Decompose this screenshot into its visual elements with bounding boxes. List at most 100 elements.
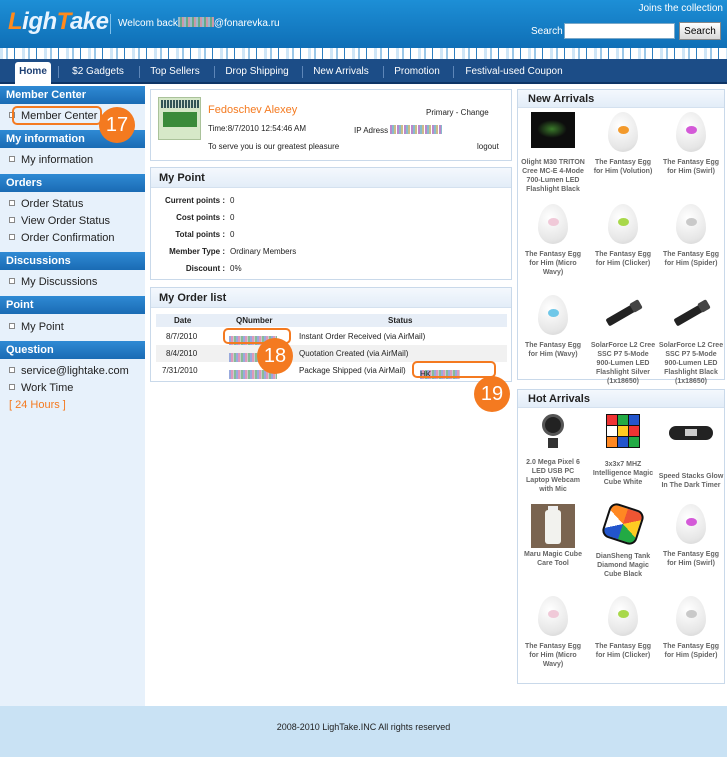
nav-drop-shipping[interactable]: Drop Shipping <box>221 59 293 84</box>
primary-change-link[interactable]: Primary - Change <box>426 108 489 117</box>
callout-badge-17: 17 <box>99 107 135 143</box>
flashlight-photo-icon <box>531 112 575 148</box>
product-name: The Fantasy Egg for Him (Micro Wavy) <box>524 251 581 276</box>
nav-promotion[interactable]: Promotion <box>390 59 444 84</box>
product-image <box>531 112 575 156</box>
nav-separator <box>139 66 140 78</box>
product-item[interactable]: The Fantasy Egg for Him (Wavy) <box>520 295 586 359</box>
product-item[interactable]: The Fantasy Egg for Him (Swirl) <box>658 112 724 176</box>
new-arrivals-panel: New Arrivals Olight M30 TRITON Cree MC-E… <box>517 89 725 385</box>
sidebar-item-work-time[interactable]: Work Time <box>9 382 73 394</box>
service-slogan: To serve you is our greatest pleasure <box>208 142 340 151</box>
bullet-icon <box>9 384 15 390</box>
nav-2-gadgets[interactable]: $2 Gadgets <box>66 59 130 84</box>
product-item[interactable]: Maru Magic Cube Care Tool <box>520 504 586 568</box>
sidebar-item-label: My Discussions <box>21 276 98 288</box>
site-header: LighTake Welcom back @fonarevka.ru Joins … <box>0 0 727 48</box>
order-table-header: Date QNumber Status <box>156 314 507 327</box>
site-logo[interactable]: LighTake <box>8 8 109 36</box>
product-item[interactable]: SolarForce L2 Cree SSC P7 5-Mode 900-Lum… <box>590 295 656 386</box>
sidebar-item-view-order-status[interactable]: View Order Status <box>9 215 110 227</box>
product-item[interactable]: 2.0 Mega Pixel 6 LED USB PC Laptop Webca… <box>520 412 586 494</box>
bullet-icon <box>9 217 15 223</box>
bullet-icon <box>9 156 15 162</box>
point-value: 0 <box>230 196 235 205</box>
egg-icon <box>676 204 706 244</box>
avatar-board <box>163 112 197 127</box>
point-label: Current points : <box>165 196 225 205</box>
order-status: Instant Order Received (via AirMail) <box>299 332 426 341</box>
search-input[interactable] <box>564 23 675 39</box>
nav-new-arrivals[interactable]: New Arrivals <box>309 59 373 84</box>
left-sidebar: Member Center Member Center My informati… <box>0 86 145 706</box>
logo-divider <box>110 14 111 34</box>
sidebar-item-my-information[interactable]: My information <box>9 154 93 166</box>
product-item[interactable]: The Fantasy Egg for Him (Spider) <box>658 596 724 660</box>
sidebar-item-order-confirmation[interactable]: Order Confirmation <box>9 232 115 244</box>
product-name: The Fantasy Egg for Him (Wavy) <box>524 342 581 358</box>
product-item[interactable]: Speed Stacks Glow In The Dark Timer <box>658 412 724 490</box>
order-date: 8/7/2010 <box>166 332 198 341</box>
new-arrivals-title: New Arrivals <box>518 90 724 108</box>
sidebar-item-label: Order Status <box>21 198 84 210</box>
bullet-icon <box>9 323 15 329</box>
product-item[interactable]: The Fantasy Egg for Him (Swirl) <box>658 504 724 568</box>
ip-address: IP Adress <box>354 125 443 135</box>
product-item[interactable]: The Fantasy Egg for Him (Volution) <box>590 112 656 176</box>
redacted-username <box>177 17 214 27</box>
search-label: Search <box>531 26 563 37</box>
nav-festival-coupon[interactable]: Festival-used Coupon <box>462 59 566 84</box>
product-item[interactable]: The Fantasy Egg for Him (Clicker) <box>590 596 656 660</box>
product-item[interactable]: The Fantasy Egg for Him (Micro Wavy) <box>520 596 586 669</box>
order-list-title: My Order list <box>151 288 511 308</box>
webcam-icon <box>538 412 568 452</box>
sidebar-item-my-discussions[interactable]: My Discussions <box>9 276 97 288</box>
magic-cube-icon <box>606 414 640 448</box>
product-item[interactable]: DianSheng Tank Diamond Magic Cube Black <box>590 501 656 579</box>
product-item[interactable]: SolarForce L2 Cree SSC P7 5-Mode 900-Lum… <box>658 295 724 386</box>
sidebar-item-label: Work Time <box>21 382 74 394</box>
nav-separator <box>302 66 303 78</box>
product-item[interactable]: The Fantasy Egg for Him (Spider) <box>658 204 724 268</box>
logout-link[interactable]: logout <box>477 142 499 151</box>
product-name: The Fantasy Egg for Him (Clicker) <box>594 251 651 267</box>
sidebar-item-my-point[interactable]: My Point <box>9 321 64 333</box>
sidebar-head-member-center: Member Center <box>0 86 145 104</box>
callout-highlight-tracking <box>412 361 496 378</box>
product-name: Maru Magic Cube Care Tool <box>524 551 582 567</box>
joins-collection-link[interactable]: Joins the collection <box>639 3 724 14</box>
product-image <box>601 112 645 156</box>
product-name: Olight M30 TRITON Cree MC-E 4-Mode 700-L… <box>521 159 585 193</box>
profile-name: Fedoschev Alexey <box>208 104 298 116</box>
point-value: 0 <box>230 213 235 222</box>
col-status: Status <box>388 316 413 325</box>
sidebar-head-point: Point <box>0 296 145 314</box>
egg-icon <box>608 204 638 244</box>
sidebar-item-order-status[interactable]: Order Status <box>9 198 83 210</box>
egg-icon <box>676 112 706 152</box>
search-button[interactable]: Search <box>679 22 721 40</box>
bottle-icon <box>531 504 575 548</box>
timer-icon <box>669 426 713 440</box>
sidebar-item-service-email[interactable]: service@lightake.com <box>9 365 129 377</box>
product-image <box>669 504 713 548</box>
ip-label: IP Adress <box>354 126 389 135</box>
nav-top-sellers[interactable]: Top Sellers <box>145 59 205 84</box>
nav-home[interactable]: Home <box>15 62 51 84</box>
nav-separator <box>383 66 384 78</box>
table-row[interactable]: 8/4/2010 Quotation Created (via AirMail) <box>156 345 507 362</box>
product-name: 3x3x7 MHZ Intelligence Magic Cube White <box>592 461 654 486</box>
product-image <box>531 295 575 339</box>
flashlight-icon <box>669 295 713 331</box>
product-item[interactable]: The Fantasy Egg for Him (Micro Wavy) <box>520 204 586 277</box>
welcome-prefix: Welcom back <box>118 18 178 29</box>
hot-arrivals-panel: Hot Arrivals 2.0 Mega Pixel 6 LED USB PC… <box>517 389 725 684</box>
product-item[interactable]: The Fantasy Egg for Him (Clicker) <box>590 204 656 268</box>
table-row[interactable]: 8/7/2010 Instant Order Received (via Air… <box>156 328 507 345</box>
diamond-cube-icon <box>600 501 646 547</box>
product-name: The Fantasy Egg for Him (Swirl) <box>662 551 719 567</box>
product-item[interactable]: 3x3x7 MHZ Intelligence Magic Cube White <box>590 412 656 487</box>
product-item[interactable]: Olight M30 TRITON Cree MC-E 4-Mode 700-L… <box>520 112 586 194</box>
product-image <box>531 504 575 548</box>
egg-icon <box>608 112 638 152</box>
